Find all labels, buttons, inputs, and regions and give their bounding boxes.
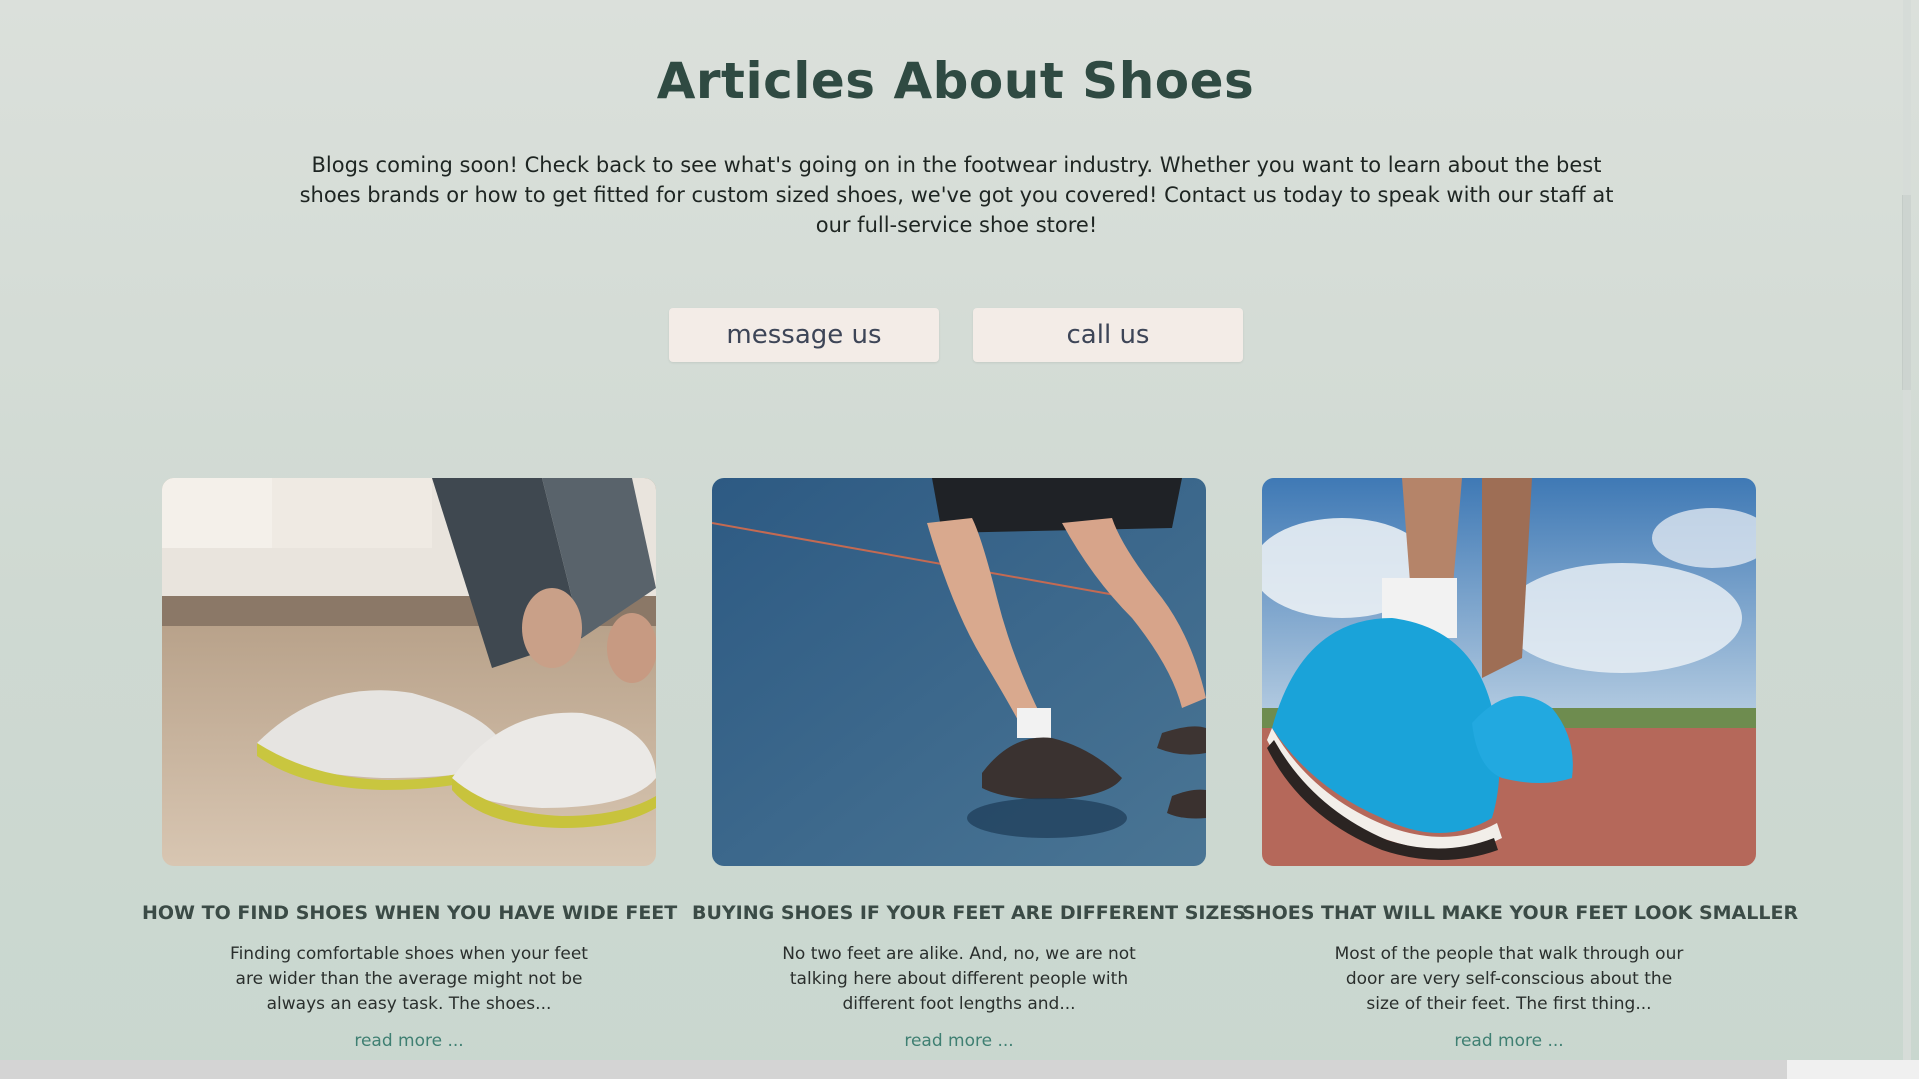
article-image-running-track[interactable] xyxy=(712,478,1206,866)
read-more-link[interactable]: read more ... xyxy=(1262,1031,1756,1051)
page: Articles About Shoes Blogs coming soon! … xyxy=(0,0,1911,1060)
vertical-scrollbar[interactable] xyxy=(1903,0,1911,1060)
horizontal-scrollbar[interactable] xyxy=(0,1060,1919,1079)
read-more-link[interactable]: read more ... xyxy=(162,1031,656,1051)
article-image-tying-sneakers[interactable] xyxy=(162,478,656,866)
article-title[interactable]: SHOES THAT WILL MAKE YOUR FEET LOOK SMAL… xyxy=(1242,902,1798,924)
article-excerpt: No two feet are alike. And, no, we are n… xyxy=(782,944,1136,1014)
article-title[interactable]: BUYING SHOES IF YOUR FEET ARE DIFFERENT … xyxy=(692,902,1246,924)
article-image-blue-running-shoes[interactable] xyxy=(1262,478,1756,866)
article-card-wide-feet: HOW TO FIND SHOES WHEN YOU HAVE WIDE FEE… xyxy=(142,478,677,1051)
article-card-smaller-feet: SHOES THAT WILL MAKE YOUR FEET LOOK SMAL… xyxy=(1242,478,1798,1051)
message-us-button[interactable]: message us xyxy=(669,308,939,362)
runner-legs-photo xyxy=(712,478,1206,866)
sneakers-photo xyxy=(162,478,656,866)
scrollbar-corner xyxy=(1787,1060,1919,1079)
call-us-button[interactable]: call us xyxy=(973,308,1243,362)
article-excerpt: Most of the people that walk through our… xyxy=(1334,944,1684,1014)
read-more-link[interactable]: read more ... xyxy=(712,1031,1206,1051)
article-title[interactable]: HOW TO FIND SHOES WHEN YOU HAVE WIDE FEE… xyxy=(142,902,677,924)
intro-text: Blogs coming soon! Check back to see wha… xyxy=(299,153,1614,237)
article-excerpt: Finding comfortable shoes when your feet… xyxy=(230,944,588,1014)
article-card-different-sizes: BUYING SHOES IF YOUR FEET ARE DIFFERENT … xyxy=(692,478,1246,1051)
blue-sneakers-photo xyxy=(1262,478,1756,866)
vertical-scrollbar-thumb[interactable] xyxy=(1902,195,1911,390)
page-title: Articles About Shoes xyxy=(656,51,1255,110)
